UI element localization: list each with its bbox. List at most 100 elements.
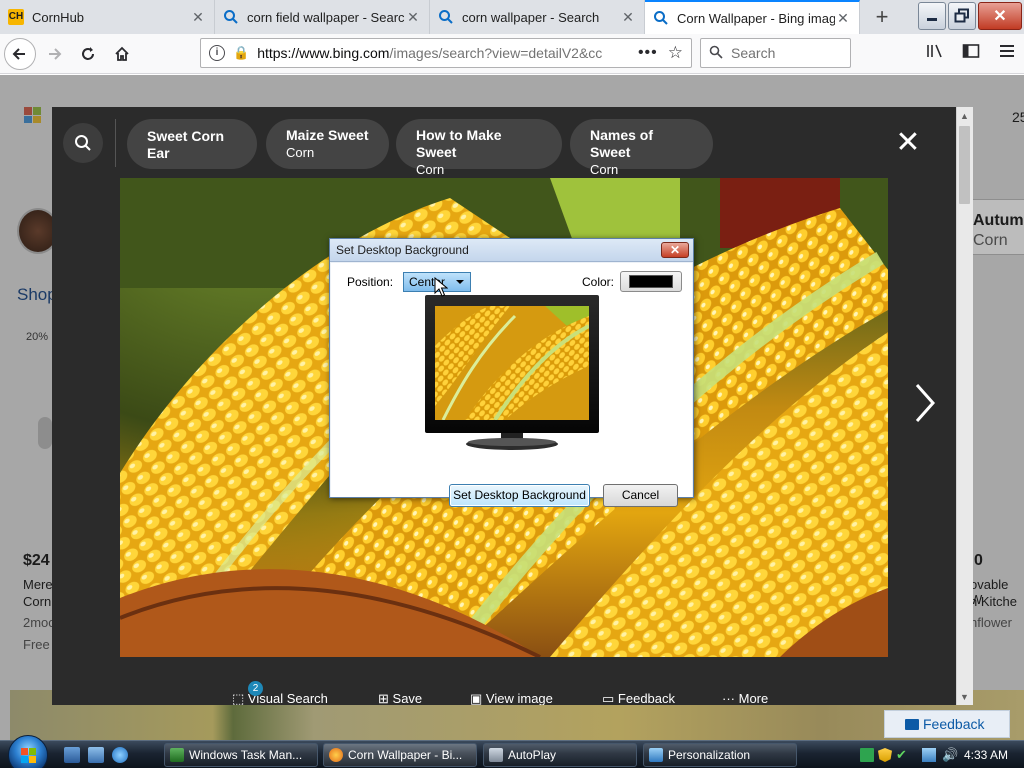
more-button[interactable]: ··· More	[722, 691, 768, 705]
back-arrow-icon	[12, 47, 25, 60]
related-search-maize-sweet-corn[interactable]: Maize Sweet Corn	[266, 119, 389, 169]
monitor-stand	[466, 433, 558, 450]
lock-icon: 🔒	[233, 45, 250, 60]
close-tab-icon[interactable]: ✕	[835, 10, 851, 26]
more-icon: ···	[722, 691, 735, 705]
tab-title: Corn Wallpaper - Bing images	[677, 10, 835, 26]
volume-icon[interactable]: 🔊	[942, 748, 958, 762]
tab-title: CornHub	[32, 9, 85, 25]
related-search-sweet-corn-ear[interactable]: Sweet Corn Ear	[127, 119, 257, 169]
site-info-icon[interactable]: i	[209, 45, 225, 61]
close-icon: ✕	[993, 8, 1007, 25]
color-swatch	[629, 275, 673, 288]
search-favicon-icon	[438, 9, 454, 25]
scroll-down-arrow-icon[interactable]: ▼	[956, 689, 973, 705]
autumn-corn-chip[interactable]: Autumn Corn	[970, 199, 1024, 255]
internet-explorer-icon[interactable]	[112, 747, 128, 763]
save-icon: ⊞	[378, 691, 389, 705]
tab-cornhub[interactable]: CH CornHub ✕	[0, 0, 215, 34]
cancel-button[interactable]: Cancel	[603, 484, 678, 507]
product-name-line[interactable]: Mere	[23, 577, 53, 592]
close-viewer-button[interactable]: ✕	[894, 126, 922, 159]
new-tab-button[interactable]: +	[860, 0, 904, 34]
feedback-icon: ▭	[602, 691, 615, 705]
page-feedback-button[interactable]: Feedback	[884, 710, 1010, 738]
url-text[interactable]: https://www.bing.com/images/search?view=…	[257, 45, 632, 61]
wallpaper-preview-image	[435, 306, 589, 420]
switch-windows-icon[interactable]	[88, 747, 104, 763]
hamburger-menu-icon[interactable]	[996, 40, 1018, 62]
show-desktop-icon[interactable]	[64, 747, 80, 763]
minimize-button[interactable]	[918, 2, 946, 30]
bookmark-star-icon[interactable]: ☆	[668, 43, 683, 63]
navigation-toolbar: i 🔒 https://www.bing.com/images/search?v…	[0, 34, 1024, 74]
shop-heading: Shop	[17, 285, 57, 304]
taskbar-item-autoplay[interactable]: AutoPlay	[483, 743, 637, 767]
search-icon	[75, 135, 91, 151]
page-actions-icon[interactable]: •••	[638, 44, 658, 62]
search-favicon-icon	[223, 9, 239, 25]
set-desktop-background-button[interactable]: Set Desktop Background	[449, 484, 590, 507]
save-button[interactable]: ⊞ Save	[378, 691, 422, 705]
personalization-icon	[649, 748, 663, 762]
windows-taskbar: Windows Task Man... Corn Wallpaper - Bi.…	[0, 735, 1024, 768]
chevron-down-icon	[456, 280, 464, 284]
feedback-button[interactable]: ▭ Feedback	[602, 691, 675, 705]
tab-corn-wallpaper-bing-images[interactable]: Corn Wallpaper - Bing images ✕	[645, 0, 860, 34]
taskbar-item-personalization[interactable]: Personalization	[643, 743, 797, 767]
restore-button[interactable]	[948, 2, 976, 30]
related-search-how-to-make-sweet-corn[interactable]: How to Make Sweet Corn	[396, 119, 562, 177]
product-name-line[interactable]: Corn	[23, 594, 51, 609]
start-button[interactable]	[8, 735, 48, 768]
tab-corn-field-wallpaper[interactable]: corn field wallpaper - Search ✕	[215, 0, 430, 34]
back-button[interactable]	[4, 37, 36, 70]
product-name-line[interactable]: n Kitche	[970, 594, 1017, 609]
monitor-preview	[425, 295, 599, 433]
forward-button[interactable]	[38, 38, 70, 70]
visual-search-icon: ⬚	[232, 691, 245, 705]
tab-corn-wallpaper[interactable]: corn wallpaper - Search ✕	[430, 0, 645, 34]
checkmark-icon[interactable]: ✔	[896, 748, 910, 762]
related-search-title: How to Make Sweet	[416, 127, 502, 160]
corn-label: Corn	[973, 232, 1008, 249]
related-search-subtitle: Corn	[590, 162, 619, 177]
security-shield-icon[interactable]	[878, 748, 892, 762]
visual-search-button[interactable]: ⬚ Visual Search	[232, 691, 328, 705]
close-tab-icon[interactable]: ✕	[620, 9, 636, 25]
tray-app-icon[interactable]	[860, 748, 874, 762]
related-search-title: Names of Sweet	[590, 127, 654, 160]
color-label: Color:	[582, 275, 615, 289]
color-picker-button[interactable]	[620, 271, 682, 292]
view-image-button[interactable]: ▣ View image	[470, 691, 553, 705]
close-tab-icon[interactable]: ✕	[405, 9, 421, 25]
reload-button[interactable]	[72, 38, 104, 70]
close-icon: ✕	[895, 126, 921, 159]
scrollbar-thumb[interactable]	[959, 126, 970, 204]
home-button[interactable]	[106, 38, 138, 70]
related-search-title: Maize Sweet	[286, 127, 369, 143]
viewer-search-button[interactable]	[63, 123, 103, 163]
related-search-subtitle: Corn	[416, 162, 445, 177]
scroll-up-arrow-icon[interactable]: ▲	[956, 108, 973, 124]
dialog-close-button[interactable]: ✕	[661, 242, 689, 258]
close-tab-icon[interactable]: ✕	[190, 9, 206, 25]
related-search-names-of-sweet-corn[interactable]: Names of Sweet Corn	[570, 119, 713, 177]
search-bar[interactable]: Search	[700, 38, 851, 68]
close-window-button[interactable]: ✕	[978, 2, 1022, 30]
taskbar-clock[interactable]: 4:33 AM	[964, 743, 1008, 767]
address-bar[interactable]: i 🔒 https://www.bing.com/images/search?v…	[200, 38, 692, 68]
tab-title: corn wallpaper - Search	[462, 9, 600, 25]
library-icon[interactable]	[924, 40, 946, 62]
network-icon[interactable]	[922, 748, 936, 762]
related-search-title: Sweet Corn Ear	[147, 128, 225, 161]
taskbar-item-firefox[interactable]: Corn Wallpaper - Bi...	[323, 743, 477, 767]
feedback-label: Feedback	[617, 691, 676, 705]
home-icon	[115, 46, 129, 61]
product-price: 0	[974, 552, 983, 569]
sidebar-icon[interactable]	[960, 40, 982, 62]
taskbar-item-task-manager[interactable]: Windows Task Man...	[164, 743, 318, 767]
autumn-label: Autumn	[973, 212, 1024, 229]
next-image-button[interactable]	[910, 379, 940, 427]
related-search-subtitle: Corn	[286, 145, 315, 160]
feedback-icon	[905, 719, 919, 730]
